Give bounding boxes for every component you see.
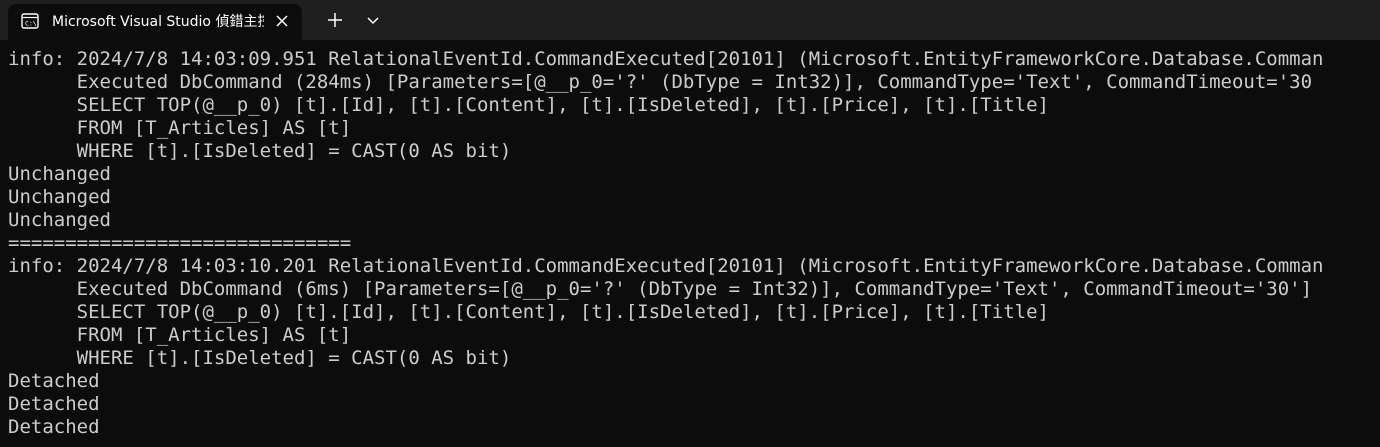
tab-bar: C:\ Microsoft Visual Studio 偵錯主控台 [0, 0, 1380, 40]
console-line: Unchanged [8, 163, 111, 185]
terminal-icon: C:\ [21, 12, 39, 30]
plus-icon [328, 13, 342, 27]
tab-debug-console[interactable]: C:\ Microsoft Visual Studio 偵錯主控台 [8, 4, 302, 40]
console-output[interactable]: info: 2024/7/8 14:03:09.951 RelationalEv… [0, 40, 1380, 447]
console-line: WHERE [t].[IsDeleted] = CAST(0 AS bit) [8, 140, 512, 162]
console-lines: info: 2024/7/8 14:03:09.951 RelationalEv… [8, 48, 1323, 439]
console-line: Executed DbCommand (6ms) [Parameters=[@_… [8, 278, 1313, 300]
console-line: ============================== [8, 232, 352, 254]
console-line: SELECT TOP(@__p_0) [t].[Id], [t].[Conten… [8, 301, 1049, 323]
tab-title: Microsoft Visual Studio 偵錯主控台 [52, 14, 264, 30]
console-line: WHERE [t].[IsDeleted] = CAST(0 AS bit) [8, 347, 512, 369]
console-line: FROM [T_Articles] AS [t] [8, 324, 352, 346]
tab-dropdown-button[interactable] [360, 8, 386, 32]
console-line: Unchanged [8, 209, 111, 231]
console-line: Detached [8, 393, 100, 415]
console-line: FROM [T_Articles] AS [t] [8, 117, 352, 139]
console-line: info: 2024/7/8 14:03:10.201 RelationalEv… [8, 255, 1324, 277]
console-line: Detached [8, 370, 100, 392]
console-line: info: 2024/7/8 14:03:09.951 RelationalEv… [8, 48, 1324, 70]
close-icon[interactable] [272, 11, 292, 31]
console-line: SELECT TOP(@__p_0) [t].[Id], [t].[Conten… [8, 94, 1049, 116]
chevron-down-icon [367, 17, 379, 25]
console-line: Detached [8, 416, 100, 438]
console-line: Unchanged [8, 186, 111, 208]
console-line: Executed DbCommand (284ms) [Parameters=[… [8, 71, 1313, 93]
new-tab-button[interactable] [322, 8, 348, 32]
svg-text:C:\: C:\ [25, 20, 37, 28]
